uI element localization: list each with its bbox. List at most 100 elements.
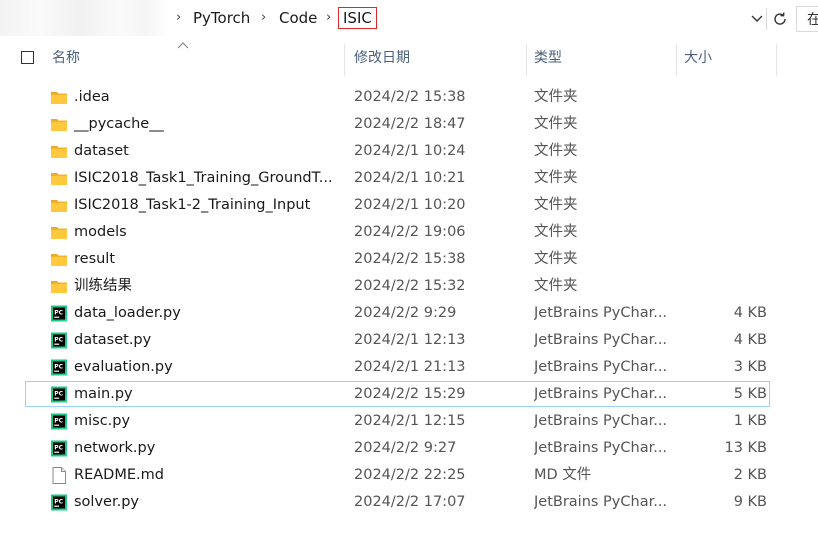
column-divider[interactable]	[526, 44, 527, 76]
file-row[interactable]: README.md 2024/2/2 22:25 MD 文件 2 KB	[0, 462, 818, 489]
file-size	[680, 138, 767, 165]
folder-icon	[50, 170, 68, 187]
file-row[interactable]: ISIC2018_Task1-2_Training_Input 2024/2/1 …	[0, 192, 818, 219]
file-type: 文件夹	[534, 197, 578, 213]
address-bar[interactable]: › PyTorch › Code › ISIC 在	[0, 0, 818, 38]
file-name[interactable]: main.py	[74, 381, 342, 408]
svg-text:PC: PC	[54, 498, 63, 505]
file-type: 文件夹	[534, 143, 578, 159]
file-name[interactable]: misc.py	[74, 408, 342, 435]
file-row[interactable]: __pycache__ 2024/2/2 18:47 文件夹	[0, 111, 818, 138]
pycharm-file-icon: PC	[50, 413, 68, 430]
pycharm-file-icon: PC	[50, 386, 68, 403]
breadcrumb-current[interactable]: ISIC	[338, 7, 377, 29]
file-type: 文件夹	[534, 89, 578, 105]
column-type[interactable]: 类型	[534, 40, 562, 76]
file-row[interactable]: models 2024/2/2 19:06 文件夹	[0, 219, 818, 246]
chevron-right-icon[interactable]: ›	[261, 8, 266, 28]
file-size: 13 KB	[724, 440, 767, 456]
file-type: JetBrains PyChar...	[534, 494, 668, 510]
file-row[interactable]: .idea 2024/2/2 15:38 文件夹	[0, 84, 818, 111]
file-type: 文件夹	[534, 170, 578, 186]
file-type: JetBrains PyChar...	[534, 332, 668, 348]
file-date-modified: 2024/2/1 12:15	[354, 413, 466, 429]
file-row[interactable]: PC solver.py 2024/2/2 17:07 JetBrains PyCha…	[0, 489, 818, 516]
file-type: JetBrains PyChar...	[534, 413, 668, 429]
blurred-region	[0, 0, 120, 36]
file-type: 文件夹	[534, 116, 578, 132]
file-size	[680, 273, 767, 300]
file-date-modified: 2024/2/2 15:29	[354, 386, 466, 402]
pycharm-file-icon: PC	[50, 359, 68, 376]
file-type: 文件夹	[534, 278, 578, 294]
chevron-down-icon[interactable]	[749, 10, 765, 26]
file-size	[680, 165, 767, 192]
column-divider[interactable]	[676, 44, 677, 76]
file-type: JetBrains PyChar...	[534, 386, 668, 402]
file-date-modified: 2024/2/1 10:21	[354, 170, 466, 186]
file-size	[680, 84, 767, 111]
folder-icon	[50, 224, 68, 241]
file-row[interactable]: PC data_loader.py 2024/2/2 9:29 JetBrains P…	[0, 300, 818, 327]
file-row[interactable]: PC evaluation.py 2024/2/1 21:13 JetBrains P…	[0, 354, 818, 381]
chevron-right-icon[interactable]: ›	[326, 8, 331, 28]
file-row[interactable]: PC misc.py 2024/2/1 12:15 JetBrains PyChar.…	[0, 408, 818, 435]
file-row[interactable]: ISIC2018_Task1_Training_GroundT... 2024/2…	[0, 165, 818, 192]
file-row[interactable]: result 2024/2/2 15:38 文件夹	[0, 246, 818, 273]
file-date-modified: 2024/2/2 9:29	[354, 305, 457, 321]
column-header: 名称 修改日期 类型 大小	[0, 40, 818, 76]
folder-icon	[50, 251, 68, 268]
file-date-modified: 2024/2/1 10:20	[354, 197, 466, 213]
file-row[interactable]: PC dataset.py 2024/2/1 12:13 JetBrains PyCh…	[0, 327, 818, 354]
file-name[interactable]: network.py	[74, 435, 342, 462]
column-divider[interactable]	[776, 44, 777, 76]
file-row[interactable]: PC main.py 2024/2/2 15:29 JetBrains PyChar.…	[0, 381, 818, 408]
column-divider[interactable]	[344, 44, 345, 76]
file-date-modified: 2024/2/2 18:47	[354, 116, 466, 132]
breadcrumb-item[interactable]: Code	[279, 8, 317, 28]
search-input[interactable]: 在	[796, 6, 818, 32]
breadcrumb-item[interactable]: PyTorch	[193, 8, 250, 28]
file-name[interactable]: solver.py	[74, 489, 342, 516]
file-date-modified: 2024/2/2 15:32	[354, 278, 466, 294]
file-name[interactable]: ISIC2018_Task1-2_Training_Input	[74, 192, 342, 219]
pycharm-file-icon: PC	[50, 440, 68, 457]
refresh-button[interactable]	[766, 8, 791, 30]
file-size	[680, 219, 767, 246]
file-type: JetBrains PyChar...	[534, 440, 668, 456]
file-date-modified: 2024/2/2 22:25	[354, 467, 466, 483]
file-name[interactable]: README.md	[74, 462, 342, 489]
file-date-modified: 2024/2/2 9:27	[354, 440, 457, 456]
file-size	[680, 246, 767, 273]
file-name[interactable]: __pycache__	[74, 111, 342, 138]
chevron-right-icon[interactable]: ›	[176, 8, 181, 28]
file-name[interactable]: ISIC2018_Task1_Training_GroundT...	[74, 165, 342, 192]
file-name[interactable]: models	[74, 219, 342, 246]
file-row[interactable]: dataset 2024/2/1 10:24 文件夹	[0, 138, 818, 165]
file-date-modified: 2024/2/2 15:38	[354, 89, 466, 105]
file-row[interactable]: PC network.py 2024/2/2 9:27 JetBrains PyCha…	[0, 435, 818, 462]
column-size[interactable]: 大小	[684, 40, 712, 76]
file-name[interactable]: evaluation.py	[74, 354, 342, 381]
file-name[interactable]: .idea	[74, 84, 342, 111]
file-name[interactable]: result	[74, 246, 342, 273]
file-name[interactable]: 训练结果	[74, 273, 342, 300]
column-name[interactable]: 名称	[52, 40, 80, 76]
pycharm-file-icon: PC	[50, 332, 68, 349]
column-date-modified[interactable]: 修改日期	[354, 40, 410, 76]
file-row[interactable]: 训练结果 2024/2/2 15:32 文件夹	[0, 273, 818, 300]
file-size: 2 KB	[733, 467, 767, 483]
svg-text:PC: PC	[54, 444, 63, 451]
file-size: 3 KB	[733, 359, 767, 375]
file-date-modified: 2024/2/1 10:24	[354, 143, 466, 159]
folder-icon	[50, 278, 68, 295]
file-name[interactable]: dataset	[74, 138, 342, 165]
file-name[interactable]: dataset.py	[74, 327, 342, 354]
pycharm-file-icon: PC	[50, 494, 68, 511]
folder-icon	[50, 116, 68, 133]
select-all-checkbox[interactable]	[21, 51, 34, 64]
file-name[interactable]: data_loader.py	[74, 300, 342, 327]
svg-text:PC: PC	[54, 336, 63, 343]
pycharm-file-icon: PC	[50, 305, 68, 322]
file-type: JetBrains PyChar...	[534, 305, 668, 321]
